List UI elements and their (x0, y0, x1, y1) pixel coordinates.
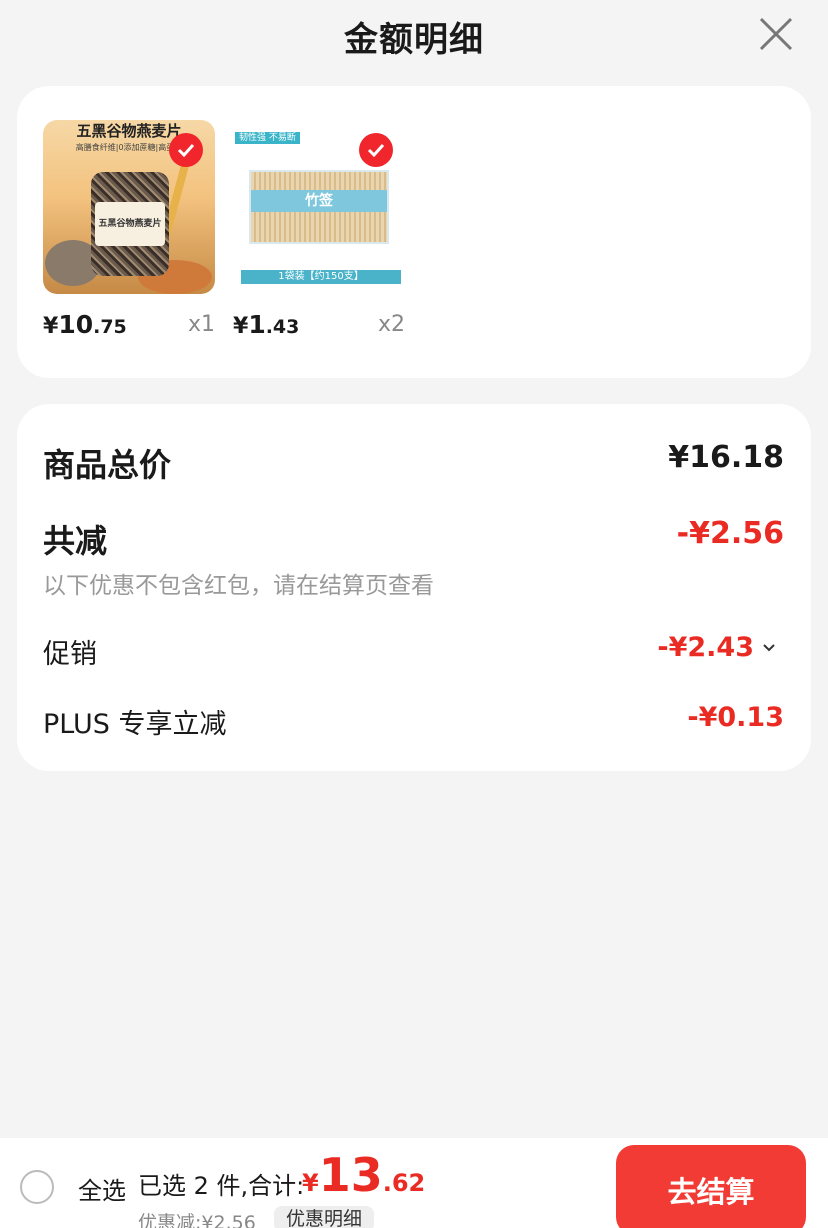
oats-jar: 五黑谷物燕麦片 (91, 172, 169, 276)
discount-text: 优惠减:¥2.56 (138, 1212, 256, 1228)
plus-label: PLUS 专享立减 (43, 709, 227, 740)
page-title: 金额明细 (344, 19, 484, 60)
product-image[interactable]: 韧性强 不易断 竹签 1袋装【约150支】 (233, 120, 405, 294)
close-icon[interactable] (758, 16, 794, 52)
total-amount: ¥13.62 (302, 1148, 426, 1202)
header: 金额明细 (0, 0, 828, 72)
box-band-label: 竹签 (251, 190, 387, 212)
total-price-label: 商品总价 (43, 446, 172, 484)
total-price-row: 商品总价 ¥16.18 (43, 440, 784, 484)
plus-value: -¥0.13 (687, 702, 784, 733)
bottom-checkout-bar: 全选 已选 2 件,合计: ¥13.62 优惠减:¥2.56 优惠明细 去结算 (0, 1138, 828, 1228)
jar-label: 五黑谷物燕麦片 (95, 202, 165, 246)
discount-note: 以下优惠不包含红包，请在结算页查看 (43, 573, 434, 599)
toothpick-box: 竹签 (249, 170, 389, 244)
product-image[interactable]: 五黑谷物燕麦片 高膳食纤维|0添加蔗糖|高蛋白 五黑谷物燕麦片 (43, 120, 215, 294)
price-row: ¥10.75 x1 (43, 310, 215, 340)
note-row: 以下优惠不包含红包，请在结算页查看 (43, 566, 784, 599)
reduce-label: 共减 (43, 522, 108, 560)
total-price-value: ¥16.18 (668, 440, 784, 475)
product-image-footer: 1袋装【约150支】 (241, 270, 401, 284)
product-quantity: x1 (187, 312, 215, 337)
chevron-down-icon[interactable] (762, 643, 776, 653)
checkout-button[interactable]: 去结算 (616, 1145, 806, 1228)
selected-count-text: 已选 2 件,合计: (138, 1172, 305, 1200)
select-all-radio[interactable] (20, 1170, 54, 1204)
product-image-tag: 韧性强 不易断 (235, 132, 300, 144)
promo-label: 促销 (43, 639, 97, 670)
select-all-label[interactable]: 全选 (78, 1171, 126, 1206)
price-row: ¥1.43 x2 (233, 310, 405, 340)
product-quantity: x2 (377, 312, 405, 337)
selected-check-icon[interactable] (169, 133, 203, 167)
product-item[interactable]: 韧性强 不易断 竹签 1袋装【约150支】 ¥1.43 x2 (233, 120, 405, 339)
promo-row[interactable]: 促销 -¥2.43 (43, 632, 784, 670)
product-card: 五黑谷物燕麦片 高膳食纤维|0添加蔗糖|高蛋白 五黑谷物燕麦片 ¥10.75 x… (17, 86, 811, 378)
selected-check-icon[interactable] (359, 133, 393, 167)
plus-row: PLUS 专享立减 -¥0.13 (43, 702, 784, 740)
price-summary-card: 商品总价 ¥16.18 共减 -¥2.56 以下优惠不包含红包，请在结算页查看 … (17, 404, 811, 771)
product-item[interactable]: 五黑谷物燕麦片 高膳食纤维|0添加蔗糖|高蛋白 五黑谷物燕麦片 ¥10.75 x… (43, 120, 215, 339)
product-price: ¥1.43 (233, 310, 300, 339)
reduce-value: -¥2.56 (676, 516, 784, 551)
promo-value: -¥2.43 (657, 632, 754, 663)
reduce-row: 共减 -¥2.56 (43, 516, 784, 560)
product-price: ¥10.75 (43, 310, 127, 339)
promo-value-wrap[interactable]: -¥2.43 (657, 632, 776, 663)
discount-detail-button[interactable]: 优惠明细 (274, 1206, 375, 1228)
